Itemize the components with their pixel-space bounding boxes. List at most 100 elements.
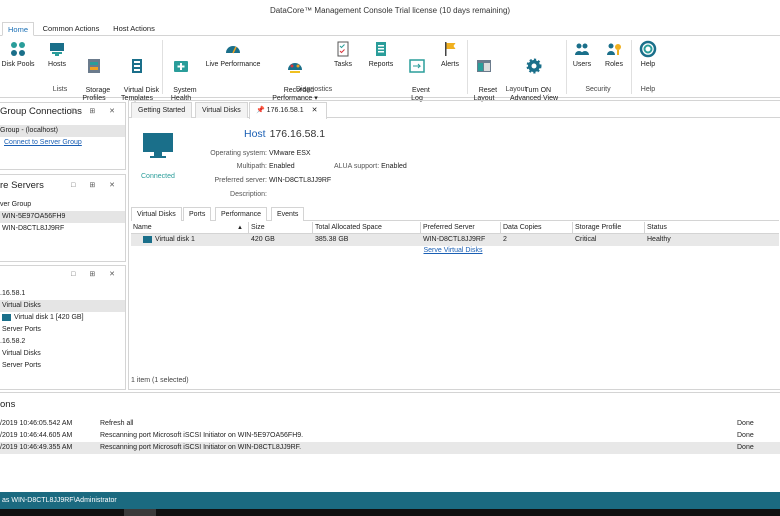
column-header-data-copies[interactable]: Data Copies bbox=[501, 222, 573, 234]
host-title: Host 176.16.58.1 bbox=[244, 128, 325, 140]
list-item[interactable]: Group - (localhost) bbox=[0, 125, 125, 137]
document-area: Getting Started Virtual Disks 📌 176.16.5… bbox=[128, 100, 780, 390]
tab-home[interactable]: Home bbox=[2, 22, 34, 36]
panel-header: □ ⊞ ✕ bbox=[0, 266, 125, 284]
subtab-ports[interactable]: Ports bbox=[183, 207, 212, 221]
tree-item[interactable]: Virtual disk 1 [420 GB] bbox=[0, 312, 125, 324]
system-health-button[interactable]: System Health bbox=[164, 38, 198, 102]
os-value: VMware ESX bbox=[268, 150, 311, 157]
storage-profiles-icon bbox=[88, 59, 100, 73]
disk-pools-button[interactable]: Disk Pools bbox=[0, 38, 36, 84]
ribbon-tab-strip: Home Common Actions Host Actions bbox=[0, 22, 780, 36]
tab-getting-started[interactable]: Getting Started bbox=[131, 102, 193, 118]
subtab-virtual-disks[interactable]: Virtual Disks bbox=[131, 207, 182, 221]
reset-layout-button[interactable]: Reset Layout bbox=[468, 38, 500, 102]
subtab-performance[interactable]: Performance bbox=[215, 207, 268, 221]
group-label-layout: Layout bbox=[505, 86, 527, 93]
alua-label: ALUA support: bbox=[334, 163, 380, 170]
tree-item[interactable]: .16.58.2 bbox=[0, 336, 125, 348]
actions-title: ons bbox=[0, 399, 16, 410]
virtual-disks-grid: Name ▲ Size Total Allocated Space Prefer… bbox=[131, 222, 779, 256]
cell-name-text: Virtual disk 1 bbox=[155, 236, 195, 243]
group-label-diagnostics: Diagnostics bbox=[295, 86, 333, 93]
list-item[interactable]: WIN-5E97OA56FH9 bbox=[0, 211, 125, 223]
action-row[interactable]: /2019 10:46:05.542 AM Refresh all Done bbox=[0, 418, 780, 430]
tasks-button[interactable]: Tasks bbox=[328, 38, 358, 84]
tasks-icon bbox=[337, 41, 349, 57]
advanced-view-button[interactable]: Turn ON Advanced View bbox=[504, 38, 564, 102]
virtual-disk-templates-button[interactable]: Virtual Disk Templates bbox=[116, 38, 159, 102]
event-log-button[interactable]: Event Log bbox=[402, 38, 432, 102]
taskbar-item[interactable] bbox=[124, 509, 156, 516]
list-item[interactable]: WIN-D8CTL8JJ9RF bbox=[0, 223, 125, 235]
list-item[interactable]: ver Group bbox=[0, 199, 125, 211]
column-header-allocated[interactable]: Total Allocated Space bbox=[313, 222, 421, 234]
tree-item[interactable]: Virtual Disks bbox=[0, 300, 125, 312]
panel-controls[interactable]: □ ⊞ ✕ bbox=[71, 266, 121, 284]
connect-to-server-group-link[interactable]: Connect to Server Group bbox=[0, 137, 125, 149]
users-button[interactable]: Users bbox=[568, 38, 596, 84]
tree-item[interactable]: Server Ports bbox=[0, 324, 125, 336]
subtab-events[interactable]: Events bbox=[271, 207, 305, 221]
column-header-size[interactable]: Size bbox=[249, 222, 313, 234]
roles-icon bbox=[607, 43, 621, 55]
table-row[interactable]: Virtual disk 1 420 GB 385.38 GB WIN-D8CT… bbox=[131, 234, 779, 246]
cell-preferred-server: WIN-D8CTL8JJ9RF bbox=[423, 236, 486, 243]
taskbar bbox=[0, 509, 780, 516]
cell-status: Healthy bbox=[647, 236, 671, 243]
virtual-disk-icon bbox=[2, 313, 11, 321]
panel-controls[interactable]: □ ⊞ ✕ bbox=[71, 177, 121, 195]
action-row[interactable]: /2019 10:46:44.605 AM Rescanning port Mi… bbox=[0, 430, 780, 442]
action-time: /2019 10:46:05.542 AM bbox=[0, 420, 73, 427]
preferred-server-row: Preferred server: WIN-D8CTL8JJ9RF bbox=[189, 176, 331, 185]
host-monitor-icon bbox=[143, 133, 173, 158]
storage-profiles-button[interactable]: Storage Profiles bbox=[76, 38, 112, 102]
tree-item[interactable]: Virtual Disks bbox=[0, 348, 125, 360]
grid-header: Name ▲ Size Total Allocated Space Prefer… bbox=[131, 222, 779, 234]
column-header-status[interactable]: Status bbox=[645, 222, 779, 234]
os-row: Operating system: VMware ESX bbox=[189, 149, 311, 158]
serve-virtual-disks-link[interactable]: Serve Virtual Disks bbox=[111, 246, 780, 256]
multipath-label: Multipath: bbox=[236, 163, 267, 170]
host-label: Host bbox=[244, 128, 266, 140]
panel-header: re Servers □ ⊞ ✕ bbox=[0, 177, 125, 195]
action-status: Done bbox=[737, 444, 754, 451]
tree-item[interactable]: Server Ports bbox=[0, 360, 125, 372]
tab-common-actions[interactable]: Common Actions bbox=[38, 22, 104, 36]
group-separator bbox=[162, 40, 163, 94]
close-icon[interactable]: ✕ bbox=[312, 107, 318, 114]
tab-host-actions[interactable]: Host Actions bbox=[108, 22, 160, 36]
column-header-name[interactable]: Name bbox=[131, 222, 249, 234]
panel-controls[interactable]: □ ⊞ ✕ bbox=[71, 103, 121, 121]
tree-item[interactable]: .16.58.1 bbox=[0, 288, 125, 300]
action-text: Refresh all bbox=[100, 420, 134, 427]
alerts-button[interactable]: Alerts bbox=[436, 38, 464, 84]
group-label-lists: Lists bbox=[52, 86, 68, 93]
live-performance-button[interactable]: Live Performance bbox=[202, 38, 264, 84]
pin-icon[interactable]: 📌 bbox=[256, 107, 265, 114]
help-icon bbox=[639, 40, 657, 58]
tab-host[interactable]: 📌 176.16.58.1 ✕ bbox=[249, 102, 327, 119]
action-row[interactable]: /2019 10:46:49.355 AM Rescanning port Mi… bbox=[0, 442, 780, 454]
event-log-icon bbox=[409, 59, 425, 73]
tab-virtual-disks[interactable]: Virtual Disks bbox=[195, 102, 248, 118]
column-header-preferred-server[interactable]: Preferred Server bbox=[421, 222, 501, 234]
servers-panel: re Servers □ ⊞ ✕ ver Group WIN-5E97OA56F… bbox=[0, 174, 126, 262]
preferred-server-label: Preferred server: bbox=[214, 177, 267, 184]
recorded-performance-button[interactable]: Recorded Performance ▾ bbox=[266, 38, 324, 102]
hosts-button[interactable]: Hosts bbox=[42, 38, 72, 84]
tasks-label: Tasks bbox=[334, 61, 352, 68]
column-header-storage-profile[interactable]: Storage Profile bbox=[573, 222, 645, 234]
action-time: /2019 10:46:49.355 AM bbox=[0, 444, 73, 451]
tree-item-label: Virtual disk 1 [420 GB] bbox=[14, 314, 84, 321]
cell-allocated: 385.38 GB bbox=[315, 236, 349, 243]
hosts-label: Hosts bbox=[48, 61, 66, 68]
roles-button[interactable]: Roles bbox=[600, 38, 628, 84]
host-name: 176.16.58.1 bbox=[269, 128, 326, 140]
reports-button[interactable]: Reports bbox=[364, 38, 398, 84]
multipath-value: Enabled bbox=[268, 163, 295, 170]
status-bar: as WIN-D8CTL8JJ9RF\Administrator bbox=[0, 492, 780, 509]
window-title: DataCore™ Management Console Trial licen… bbox=[0, 0, 780, 22]
help-button[interactable]: Help bbox=[634, 38, 662, 84]
document-tab-strip: Getting Started Virtual Disks 📌 176.16.5… bbox=[129, 101, 780, 119]
